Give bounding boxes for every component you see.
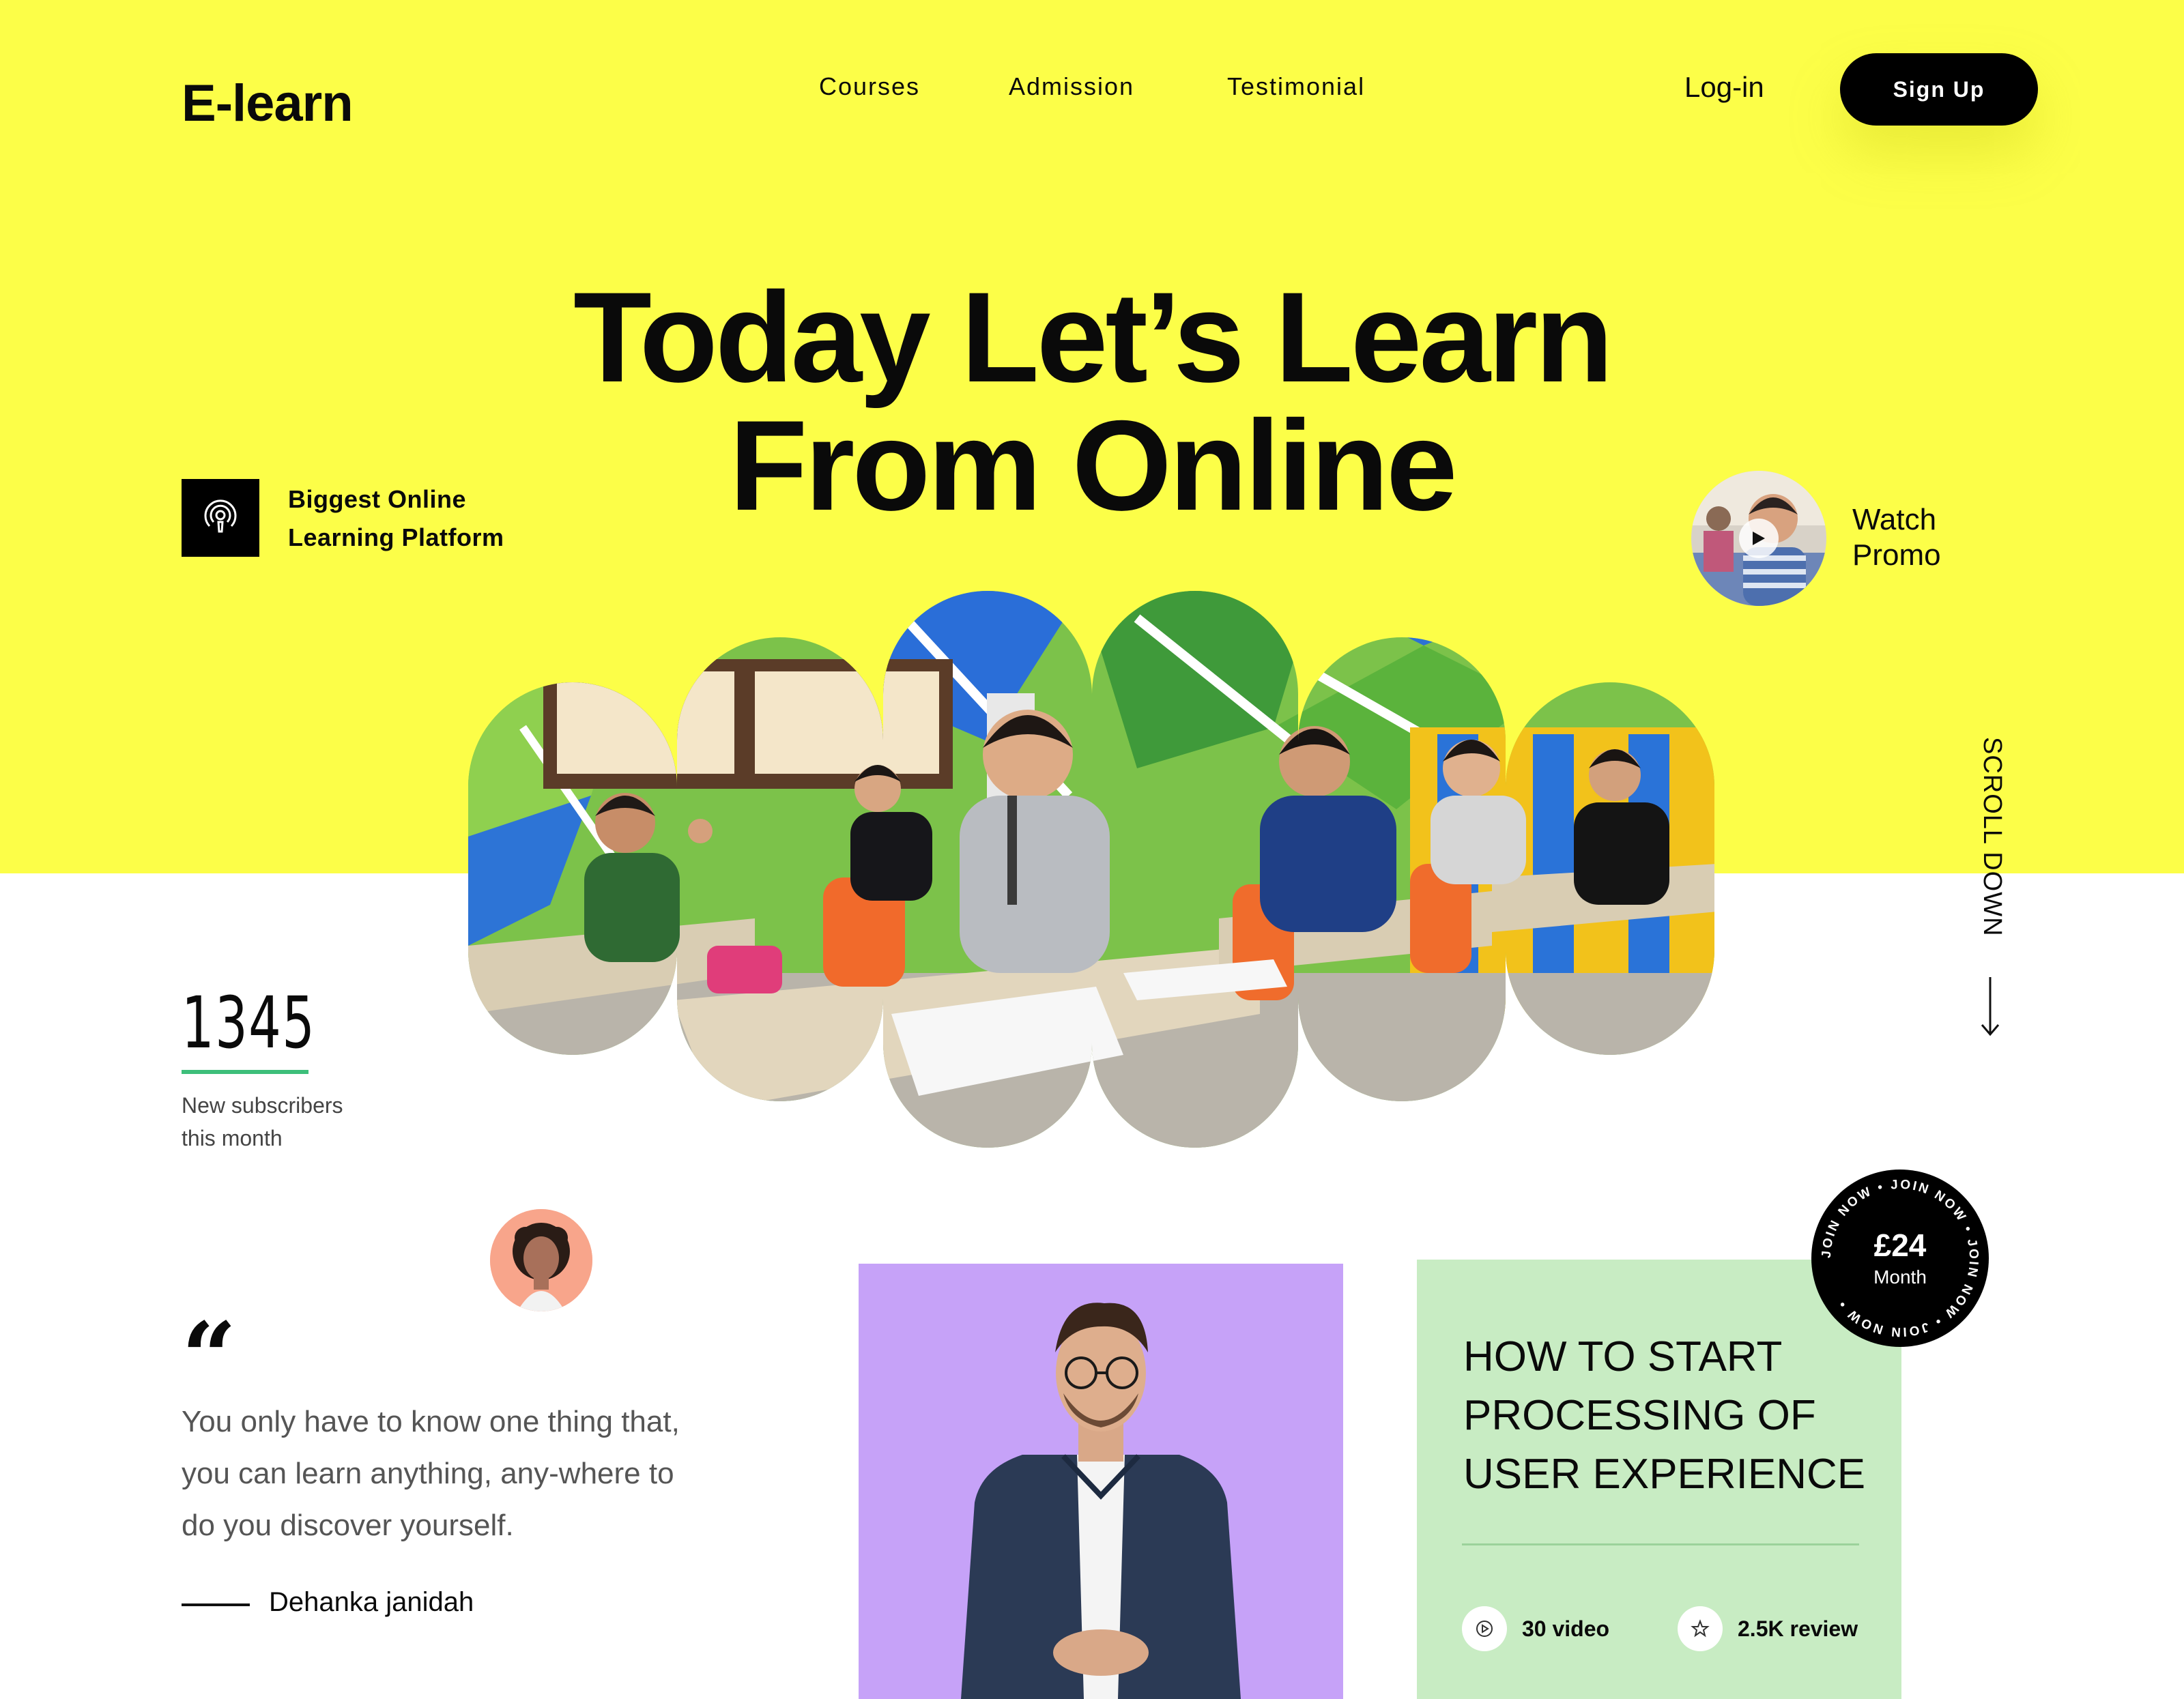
badge-line-1: Biggest Online xyxy=(288,485,467,513)
headline-line-2: From Online xyxy=(729,394,1457,537)
login-link[interactable]: Log-in xyxy=(1684,71,1764,104)
review-count: 2.5K review xyxy=(1678,1606,1858,1651)
join-now-price-badge[interactable]: JOIN NOW • JOIN NOW • JOIN NOW • JOIN NO… xyxy=(1811,1170,1989,1347)
classroom-photo xyxy=(468,591,1714,1148)
subscriber-label-line-2: this month xyxy=(182,1126,283,1150)
promo-line-1: Watch xyxy=(1852,503,1937,536)
quote-mark: “ xyxy=(182,1302,237,1414)
course-title: HOW TO START PROCESSING OF USER EXPERIEN… xyxy=(1463,1328,1886,1504)
nav-admission[interactable]: Admission xyxy=(1009,72,1134,101)
podcast-icon xyxy=(204,499,237,533)
podcast-badge xyxy=(182,479,259,557)
price-amount: £24 xyxy=(1873,1228,1927,1263)
video-count-label: 30 video xyxy=(1522,1616,1610,1641)
logo[interactable]: E-learn xyxy=(182,74,354,133)
nav-testimonial[interactable]: Testimonial xyxy=(1227,72,1365,101)
play-icon[interactable] xyxy=(1739,519,1779,558)
instructor-photo xyxy=(859,1264,1343,1699)
testimonial-author: Dehanka janidah xyxy=(269,1587,474,1617)
watch-promo-link[interactable]: Watch Promo xyxy=(1852,502,1941,573)
instructor-card[interactable] xyxy=(859,1264,1343,1699)
signup-button[interactable]: Sign Up xyxy=(1840,53,2038,126)
author-dash xyxy=(182,1603,250,1606)
subscriber-label-line-1: New subscribers xyxy=(182,1093,343,1118)
testimonial-quote: You only have to know one thing that, yo… xyxy=(182,1405,680,1542)
scroll-down-label[interactable]: SCROLL DOWN xyxy=(1977,737,2007,937)
headline-line-1: Today Let’s Learn xyxy=(573,265,1613,409)
course-title-line-2: PROCESSING OF xyxy=(1463,1392,1816,1439)
video-count: 30 video xyxy=(1462,1606,1609,1651)
nav-courses[interactable]: Courses xyxy=(819,72,920,101)
review-count-label: 2.5K review xyxy=(1738,1616,1858,1641)
subscriber-count: 1345 xyxy=(182,981,316,1064)
avatar-image xyxy=(490,1209,592,1311)
badge-line-2: Learning Platform xyxy=(288,523,504,551)
hero-headline: Today Let’s Learn From Online xyxy=(410,273,1774,529)
badge-text: Biggest Online Learning Platform xyxy=(288,480,504,557)
price-period: Month xyxy=(1873,1266,1927,1288)
course-title-line-3: USER EXPERIENCE xyxy=(1463,1451,1866,1498)
star-icon xyxy=(1678,1606,1723,1651)
promo-line-2: Promo xyxy=(1852,538,1941,572)
stat-underline xyxy=(182,1070,308,1074)
arrow-down-icon[interactable] xyxy=(1977,976,2004,1037)
play-circle-icon xyxy=(1462,1606,1507,1651)
avatar xyxy=(490,1209,592,1311)
subscriber-label: New subscribers this month xyxy=(182,1089,343,1155)
course-divider xyxy=(1462,1543,1859,1545)
